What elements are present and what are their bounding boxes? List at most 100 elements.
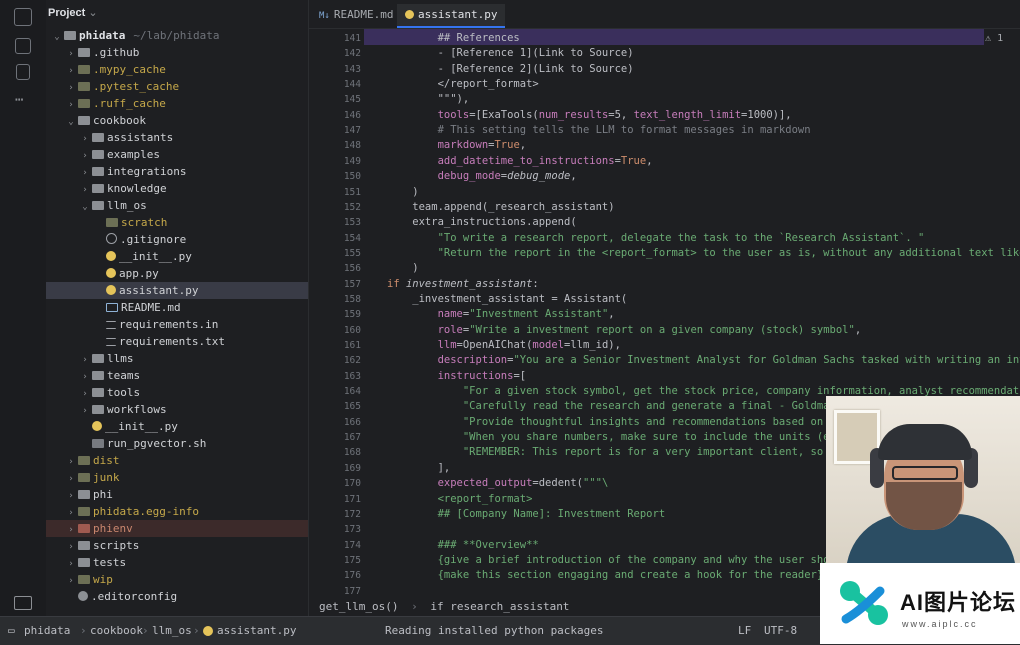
tree-item[interactable]: › assistants xyxy=(46,129,308,146)
code-line[interactable]: "To write a research report, delegate th… xyxy=(387,231,925,246)
status-path-item[interactable]: assistant.py xyxy=(217,617,296,645)
status-path-item[interactable]: llm_os xyxy=(152,617,192,645)
code-line[interactable]: name="Investment Assistant", xyxy=(387,307,615,322)
tree-item[interactable]: __init__.py xyxy=(46,418,308,435)
tree-item[interactable]: › wip xyxy=(46,571,308,588)
code-line[interactable]: if investment_assistant: xyxy=(387,277,539,292)
tree-item[interactable]: README.md xyxy=(46,299,308,316)
code-line[interactable]: ) xyxy=(387,261,418,276)
code-token: True xyxy=(620,154,647,167)
code-line[interactable]: add_datetime_to_instructions=True, xyxy=(387,154,653,169)
tree-item[interactable]: app.py xyxy=(46,265,308,282)
tree-item[interactable]: › junk xyxy=(46,469,308,486)
code-line[interactable]: """), xyxy=(387,92,470,107)
tree-item[interactable]: › llms xyxy=(46,350,308,367)
presenter-glasses xyxy=(892,466,958,480)
line-number: 153 xyxy=(343,217,361,229)
code-line[interactable]: - [Reference 1](Link to Source) xyxy=(387,46,634,61)
bookmarks-icon[interactable] xyxy=(16,64,30,80)
code-line[interactable]: # This setting tells the LLM to format m… xyxy=(387,123,811,138)
code-line[interactable]: </report_format> xyxy=(387,77,539,92)
code-line[interactable]: markdown=True, xyxy=(387,138,527,153)
code-token: debug_mode xyxy=(387,170,501,183)
code-line[interactable]: - [Reference 2](Link to Source) xyxy=(387,62,634,77)
tab-readme[interactable]: M↓ README.md xyxy=(311,4,401,26)
line-number: 152 xyxy=(343,201,361,213)
tree-item[interactable]: › phidata.egg-info xyxy=(46,503,308,520)
code-line[interactable]: ## [Company Name]: Investment Report xyxy=(387,507,666,522)
tree-item[interactable]: .editorconfig xyxy=(46,588,308,605)
code-line[interactable]: debug_mode=debug_mode, xyxy=(387,169,577,184)
tree-item[interactable]: ⌄ llm_os xyxy=(46,197,308,214)
folder-icon xyxy=(78,65,90,74)
commit-tool-icon[interactable] xyxy=(15,38,31,54)
tree-item[interactable]: › workflows xyxy=(46,401,308,418)
folder-icon xyxy=(78,82,90,91)
tree-item[interactable]: › examples xyxy=(46,146,308,163)
code-line[interactable]: _investment_assistant = Assistant( xyxy=(387,292,627,307)
webcam-overlay xyxy=(826,396,1020,566)
file-encoding[interactable]: UTF-8 xyxy=(764,617,797,645)
code-line[interactable]: ### **Overview** xyxy=(387,538,539,553)
code-line[interactable]: extra_instructions.append( xyxy=(387,215,576,230)
tree-item[interactable]: › scripts xyxy=(46,537,308,554)
line-ending[interactable]: LF xyxy=(738,617,751,645)
tree-item[interactable]: scratch xyxy=(46,214,308,231)
code-token: True xyxy=(494,139,520,152)
tree-item[interactable]: › .github xyxy=(46,44,308,61)
tree-item[interactable]: › .pytest_cache xyxy=(46,78,308,95)
breadcrumb-item[interactable]: get_llm_os() xyxy=(319,600,398,613)
code-line[interactable]: role="Write a investment report on a giv… xyxy=(387,323,862,338)
code-line[interactable]: ) xyxy=(387,185,418,200)
breadcrumb-item[interactable]: if research_assistant xyxy=(430,600,569,613)
more-tools-icon[interactable]: ⋯ xyxy=(15,92,23,108)
tree-item[interactable]: › teams xyxy=(46,367,308,384)
project-tool-icon[interactable] xyxy=(14,8,32,26)
code-line[interactable]: tools=[ExaTools(num_results=5, text_leng… xyxy=(387,108,792,123)
code-line[interactable]: team.append(_research_assistant) xyxy=(387,200,614,215)
tree-item[interactable]: › .mypy_cache xyxy=(46,61,308,78)
tree-item[interactable]: › tests xyxy=(46,554,308,571)
status-path-item[interactable]: phidata xyxy=(24,617,70,645)
code-line[interactable]: ], xyxy=(387,461,451,476)
tree-item[interactable]: › dist xyxy=(46,452,308,469)
config-file-icon xyxy=(78,591,88,601)
tree-item[interactable]: requirements.in xyxy=(46,316,308,333)
tree-item[interactable]: run_pgvector.sh xyxy=(46,435,308,452)
tree-item[interactable]: › phi xyxy=(46,486,308,503)
tab-assistant-py[interactable]: assistant.py xyxy=(397,4,506,28)
line-number: 160 xyxy=(343,324,361,336)
tree-item[interactable]: requirements.txt xyxy=(46,333,308,350)
line-number: 148 xyxy=(343,140,361,152)
line-number: 157 xyxy=(343,278,361,290)
tree-item-label: llm_os xyxy=(107,199,147,212)
status-path-item[interactable]: cookbook xyxy=(90,617,143,645)
terminal-icon[interactable] xyxy=(14,596,32,610)
tree-item-label: workflows xyxy=(107,403,167,416)
code-line[interactable]: expected_output=dedent("""\ xyxy=(387,476,609,491)
tree-item[interactable]: › knowledge xyxy=(46,180,308,197)
tree-item-label: .ruff_cache xyxy=(93,97,166,110)
code-line[interactable]: llm=OpenAIChat(model=llm_id), xyxy=(387,338,621,353)
tree-item[interactable]: › .ruff_cache xyxy=(46,95,308,112)
tree-item[interactable]: › tools xyxy=(46,384,308,401)
tree-item[interactable]: › phienv xyxy=(46,520,308,537)
code-line[interactable]: "Return the report in the <report_format… xyxy=(387,246,1020,261)
tree-item[interactable]: __init__.py xyxy=(46,248,308,265)
tab-label: README.md xyxy=(333,8,394,21)
code-line[interactable]: instructions=[ xyxy=(387,369,527,384)
tree-item[interactable]: ⌄ phidata ~/lab/phidata xyxy=(46,27,308,44)
tree-item[interactable]: assistant.py xyxy=(46,282,308,299)
background-task-status[interactable]: Reading installed python packages xyxy=(385,617,604,645)
tree-item[interactable]: › integrations xyxy=(46,163,308,180)
project-panel-header[interactable]: Project ⌄ xyxy=(48,6,98,24)
tree-item[interactable]: ⌄ cookbook xyxy=(46,112,308,129)
code-line[interactable]: <report_format> xyxy=(387,492,533,507)
code-line[interactable]: {give a brief introduction of the compan… xyxy=(387,553,881,568)
code-line[interactable]: description="You are a Senior Investment… xyxy=(387,353,1020,368)
inspection-widget[interactable]: ⚠ 1 xyxy=(985,33,1003,44)
code-line[interactable]: {make this section engaging and create a… xyxy=(387,568,824,583)
tree-item[interactable]: .gitignore xyxy=(46,231,308,248)
code-line[interactable]: ## References xyxy=(387,31,520,46)
line-number: 167 xyxy=(343,432,361,444)
